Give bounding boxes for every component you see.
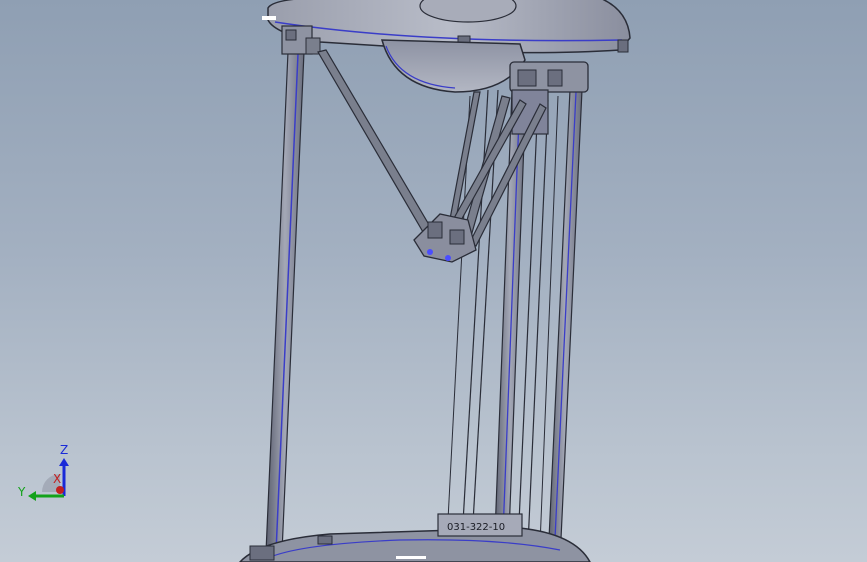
z-axis-label: Z — [60, 443, 68, 457]
orientation-triad[interactable]: Z Y X — [12, 440, 82, 510]
y-axis-label: Y — [17, 485, 26, 499]
x-axis — [56, 486, 64, 494]
dome-housing — [381, 39, 526, 93]
left-tower[interactable] — [265, 25, 321, 553]
x-axis-label: X — [53, 472, 61, 486]
cad-viewport[interactable]: 031-322-10 Z Y X — [0, 0, 867, 562]
delta-printer-model[interactable]: 031-322-10 — [0, 0, 867, 562]
base-plate[interactable]: 031-322-10 — [238, 513, 591, 562]
part-number-label: 031-322-10 — [447, 522, 505, 533]
